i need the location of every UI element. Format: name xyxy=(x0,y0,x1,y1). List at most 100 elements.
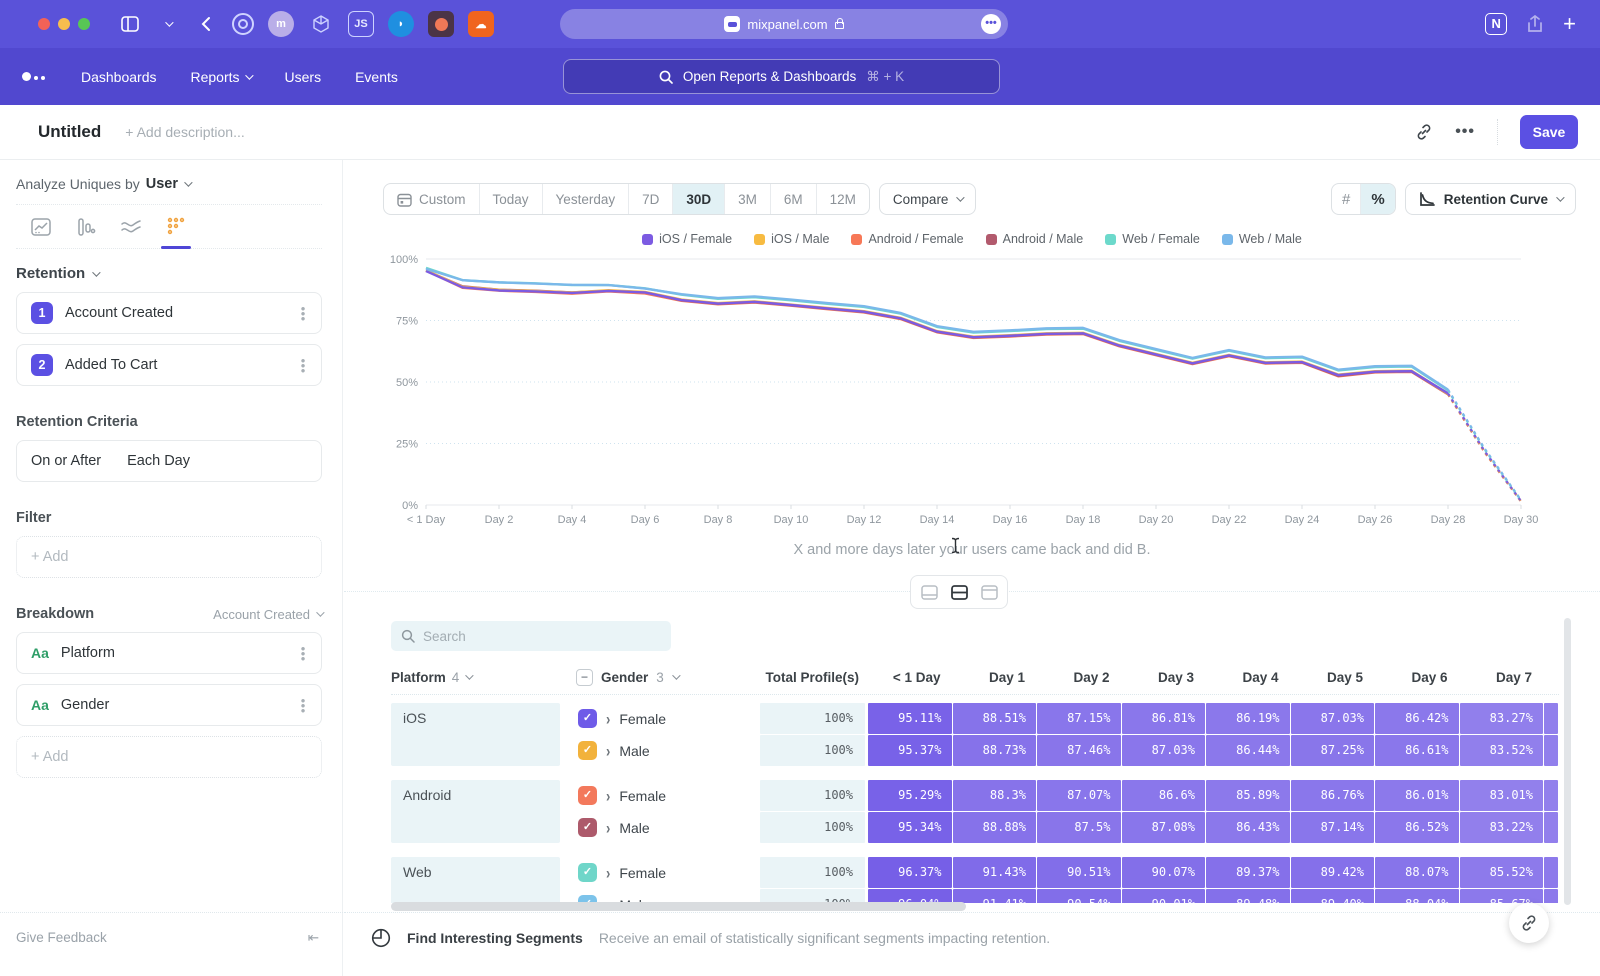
day-column-header[interactable]: Day 6 xyxy=(1376,670,1460,685)
maximize-window-button[interactable] xyxy=(78,18,90,30)
tab-insights[interactable] xyxy=(30,217,52,248)
url-bar[interactable]: mixpanel.com ••• xyxy=(560,9,1008,39)
legend-item[interactable]: Web / Male xyxy=(1222,232,1302,246)
tab-funnels[interactable] xyxy=(75,217,97,248)
layout-chart-focus-icon[interactable] xyxy=(915,579,943,605)
legend-item[interactable]: Android / Female xyxy=(851,232,963,246)
gender-checkbox[interactable]: ✓ xyxy=(578,741,597,760)
gender-select-all-checkbox[interactable]: − xyxy=(576,669,593,686)
give-feedback-link[interactable]: Give Feedback xyxy=(16,930,107,945)
window-controls[interactable] xyxy=(38,18,90,30)
vertical-scrollbar[interactable] xyxy=(1564,618,1571,905)
extension-circle-icon[interactable] xyxy=(232,13,254,35)
extension-postman-icon[interactable] xyxy=(428,11,454,37)
share-icon[interactable] xyxy=(1527,15,1543,33)
day-column-header[interactable]: < 1 Day xyxy=(869,670,953,685)
range-30d[interactable]: 30D xyxy=(673,184,725,214)
analyze-uniques-control[interactable]: Analyze Uniques by User xyxy=(16,160,322,205)
back-icon[interactable] xyxy=(194,12,218,36)
url-more-button[interactable]: ••• xyxy=(981,14,1001,34)
chart-type-dropdown[interactable]: Retention Curve xyxy=(1405,183,1576,215)
mixpanel-logo[interactable] xyxy=(22,72,45,81)
range-today[interactable]: Today xyxy=(480,184,543,214)
breakdown-options-button[interactable]: ••• xyxy=(297,698,309,713)
table-search[interactable] xyxy=(391,621,671,651)
layout-table-focus-icon[interactable] xyxy=(975,579,1003,605)
step-options-button[interactable]: ••• xyxy=(297,358,309,373)
total-profiles-column-header[interactable]: Total Profile(s) xyxy=(761,670,866,685)
day-column-header[interactable]: Day 7 xyxy=(1461,670,1545,685)
compare-button[interactable]: Compare xyxy=(879,183,977,215)
global-search[interactable]: Open Reports & Dashboards ⌘ + K xyxy=(563,59,1000,94)
tab-retention[interactable] xyxy=(165,217,187,248)
report-title[interactable]: Untitled xyxy=(38,122,101,142)
nav-item-users[interactable]: Users xyxy=(285,69,322,85)
breakdown-item-gender[interactable]: AaGender••• xyxy=(16,684,322,726)
copy-link-icon[interactable] xyxy=(1415,123,1433,141)
criteria-each-day[interactable]: Each Day xyxy=(127,453,190,469)
range-3m[interactable]: 3M xyxy=(725,184,771,214)
extension-js-icon[interactable]: JS xyxy=(348,11,374,37)
nav-item-dashboards[interactable]: Dashboards xyxy=(81,69,157,85)
legend-item[interactable]: iOS / Male xyxy=(754,232,829,246)
extension-cube-icon[interactable] xyxy=(308,11,334,37)
retention-step-1[interactable]: 1Account Created••• xyxy=(16,292,322,334)
breakdown-options-button[interactable]: ••• xyxy=(297,646,309,661)
step-options-button[interactable]: ••• xyxy=(297,306,309,321)
day-column-header[interactable]: Day 4 xyxy=(1207,670,1291,685)
analyze-value[interactable]: User xyxy=(146,176,178,192)
expand-chevron-icon[interactable]: › xyxy=(606,818,610,838)
gender-checkbox[interactable]: ✓ xyxy=(578,709,597,728)
legend-item[interactable]: iOS / Female xyxy=(642,232,732,246)
expand-chevron-icon[interactable]: › xyxy=(606,741,610,761)
extension-bird-icon[interactable]: ◗ xyxy=(388,11,414,37)
save-button[interactable]: Save xyxy=(1520,115,1578,149)
gender-checkbox[interactable]: ✓ xyxy=(578,818,597,837)
minimize-window-button[interactable] xyxy=(58,18,70,30)
extension-soundcloud-icon[interactable]: ☁ xyxy=(468,11,494,37)
extension-m-icon[interactable]: m xyxy=(268,11,294,37)
new-tab-icon[interactable]: + xyxy=(1563,11,1576,37)
range-yesterday[interactable]: Yesterday xyxy=(543,184,630,214)
criteria-on-or-after[interactable]: On or After xyxy=(31,453,101,469)
range-12m[interactable]: 12M xyxy=(817,184,869,214)
day-column-header[interactable]: Day 1 xyxy=(954,670,1038,685)
breakdown-add-button[interactable]: + Add xyxy=(16,736,322,778)
retention-step-2[interactable]: 2Added To Cart••• xyxy=(16,344,322,386)
sidebar-toggle-icon[interactable] xyxy=(118,12,142,36)
collapse-sidebar-icon[interactable]: ⇤ xyxy=(308,930,319,946)
close-window-button[interactable] xyxy=(38,18,50,30)
range-7d[interactable]: 7D xyxy=(629,184,673,214)
retention-criteria-control[interactable]: On or After Each Day xyxy=(16,440,322,482)
notion-icon[interactable]: N xyxy=(1485,13,1507,35)
more-actions-button[interactable]: ••• xyxy=(1455,123,1475,141)
expand-chevron-icon[interactable]: › xyxy=(606,709,610,729)
chevron-down-icon[interactable] xyxy=(156,12,180,36)
share-link-fab[interactable] xyxy=(1509,903,1549,943)
segments-title[interactable]: Find Interesting Segments xyxy=(407,930,583,946)
legend-item[interactable]: Web / Female xyxy=(1105,232,1200,246)
range-custom[interactable]: Custom xyxy=(384,184,480,214)
layout-split-icon[interactable] xyxy=(945,579,973,605)
expand-chevron-icon[interactable]: › xyxy=(606,786,610,806)
day-column-header[interactable]: Day 3 xyxy=(1123,670,1207,685)
gender-checkbox[interactable]: ✓ xyxy=(578,786,597,805)
nav-item-reports[interactable]: Reports xyxy=(191,69,251,85)
absolute-toggle[interactable]: # xyxy=(1332,184,1361,214)
gender-checkbox[interactable]: ✓ xyxy=(578,863,597,882)
table-search-input[interactable] xyxy=(423,629,643,644)
day-column-header[interactable]: Day 2 xyxy=(1038,670,1122,685)
legend-item[interactable]: Android / Male xyxy=(986,232,1084,246)
horizontal-scrollbar[interactable] xyxy=(391,902,966,911)
percent-toggle[interactable]: % xyxy=(1361,184,1394,214)
retention-section-header[interactable]: Retention xyxy=(16,265,322,282)
breakdown-scope-dropdown[interactable]: Account Created xyxy=(213,607,322,622)
filter-add-button[interactable]: + Add xyxy=(16,536,322,578)
day-column-header[interactable]: Day 5 xyxy=(1292,670,1376,685)
platform-column-header[interactable]: Platform 4 xyxy=(391,670,561,685)
range-6m[interactable]: 6M xyxy=(771,184,817,214)
report-description-placeholder[interactable]: + Add description... xyxy=(125,124,244,140)
nav-item-events[interactable]: Events xyxy=(355,69,398,85)
gender-column-header[interactable]: − Gender 3 xyxy=(576,669,761,686)
tab-flows[interactable] xyxy=(120,217,142,248)
